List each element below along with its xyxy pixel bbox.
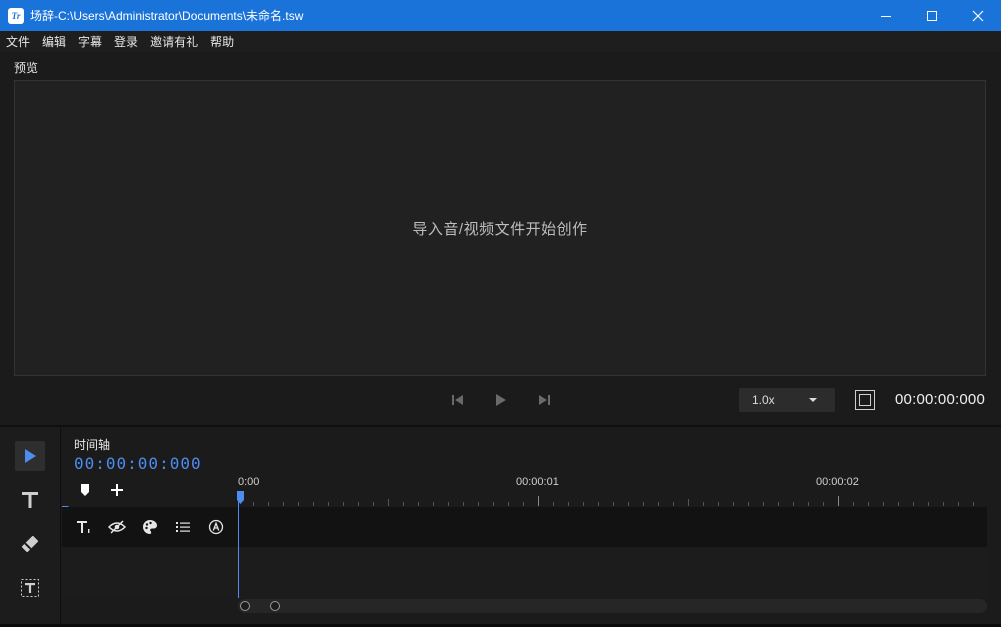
timeline-scrollbar[interactable] [238,599,987,613]
panel-divider[interactable] [0,425,1001,427]
skip-back-icon [452,395,463,405]
ruler-label-1: 00:00:01 [516,476,559,488]
title-bar[interactable]: Tr 场辞-C:\Users\Administrator\Documents\未… [0,0,1001,31]
ruler-label-2: 00:00:02 [816,476,859,488]
maximize-icon [927,10,937,21]
palette-icon [142,520,157,534]
preview-area[interactable]: 导入音/视频文件开始创作 [14,80,986,376]
text-box-tool-icon [21,579,39,597]
timeline-actions [74,480,138,500]
eye-off-icon [108,520,127,534]
scroll-handle-right[interactable] [270,601,280,611]
window-controls [863,0,1001,31]
scroll-handle-left[interactable] [240,601,250,611]
close-button[interactable] [955,0,1001,31]
list-button[interactable] [172,516,193,538]
app-logo-icon: Tr [8,7,24,24]
window-title: 场辞-C:\Users\Administrator\Documents\未命名.… [30,9,304,23]
color-button[interactable] [140,516,161,538]
ruler-label-0: 0:00 [238,476,260,488]
menu-edit[interactable]: 编辑 [42,33,66,50]
subtitle-style-button[interactable] [74,516,95,538]
menu-login[interactable]: 登录 [114,33,138,50]
visibility-toggle[interactable] [107,516,128,538]
plus-icon [111,484,123,496]
timeline-timecode: 00:00:00:000 [74,454,202,473]
ruler-ticks [238,496,974,506]
marker-icon [81,484,89,496]
menu-help[interactable]: 帮助 [210,33,234,50]
import-hint: 导入音/视频文件开始创作 [412,220,588,238]
eraser-tool-button[interactable] [15,529,45,559]
minimize-icon [881,15,891,17]
pointer-tool-button[interactable] [15,441,45,471]
list-icon [175,522,190,532]
close-icon [972,10,984,21]
pointer-tool-icon [25,449,36,463]
speed-value: 1.0x [752,393,775,407]
auto-button[interactable] [205,516,226,538]
skip-forward-icon [539,395,550,405]
chevron-down-icon [809,398,817,402]
next-frame-button[interactable] [530,386,558,414]
preview-label: 预览 [14,61,39,75]
track-header [62,507,238,547]
add-marker-button[interactable] [74,480,96,500]
play-icon [496,394,506,406]
menu-invite[interactable]: 邀请有礼 [150,33,198,50]
playhead-handle-icon[interactable] [237,491,245,505]
time-ruler[interactable]: 0:00 00:00:01 00:00:02 [238,474,988,506]
playback-controls [444,386,558,414]
text-box-tool-button[interactable] [15,573,45,603]
minimize-button[interactable] [863,0,909,31]
preview-timecode: 00:00:00:000 [895,391,985,408]
subtitle-text-icon [77,521,90,533]
frame-icon [859,394,871,406]
play-button[interactable] [487,386,515,414]
text-tool-icon [22,492,38,508]
add-track-button[interactable] [106,480,128,500]
subtitle-track[interactable] [238,507,987,547]
auto-circle-icon [208,519,223,535]
maximize-button[interactable] [909,0,955,31]
tool-column [0,427,61,627]
timeline-title: 时间轴 [74,438,111,452]
eraser-tool-icon [21,535,39,553]
menu-file[interactable]: 文件 [6,33,30,50]
timeline-empty-area[interactable] [62,548,987,598]
playhead-line[interactable] [238,492,239,598]
playback-speed-select[interactable]: 1.0x [739,388,835,412]
menu-subtitle[interactable]: 字幕 [78,33,102,50]
previous-frame-button[interactable] [444,386,472,414]
text-tool-button[interactable] [15,485,45,515]
menu-bar: 文件 编辑 字幕 登录 邀请有礼 帮助 [0,31,1001,52]
aspect-ratio-button[interactable] [855,390,875,410]
